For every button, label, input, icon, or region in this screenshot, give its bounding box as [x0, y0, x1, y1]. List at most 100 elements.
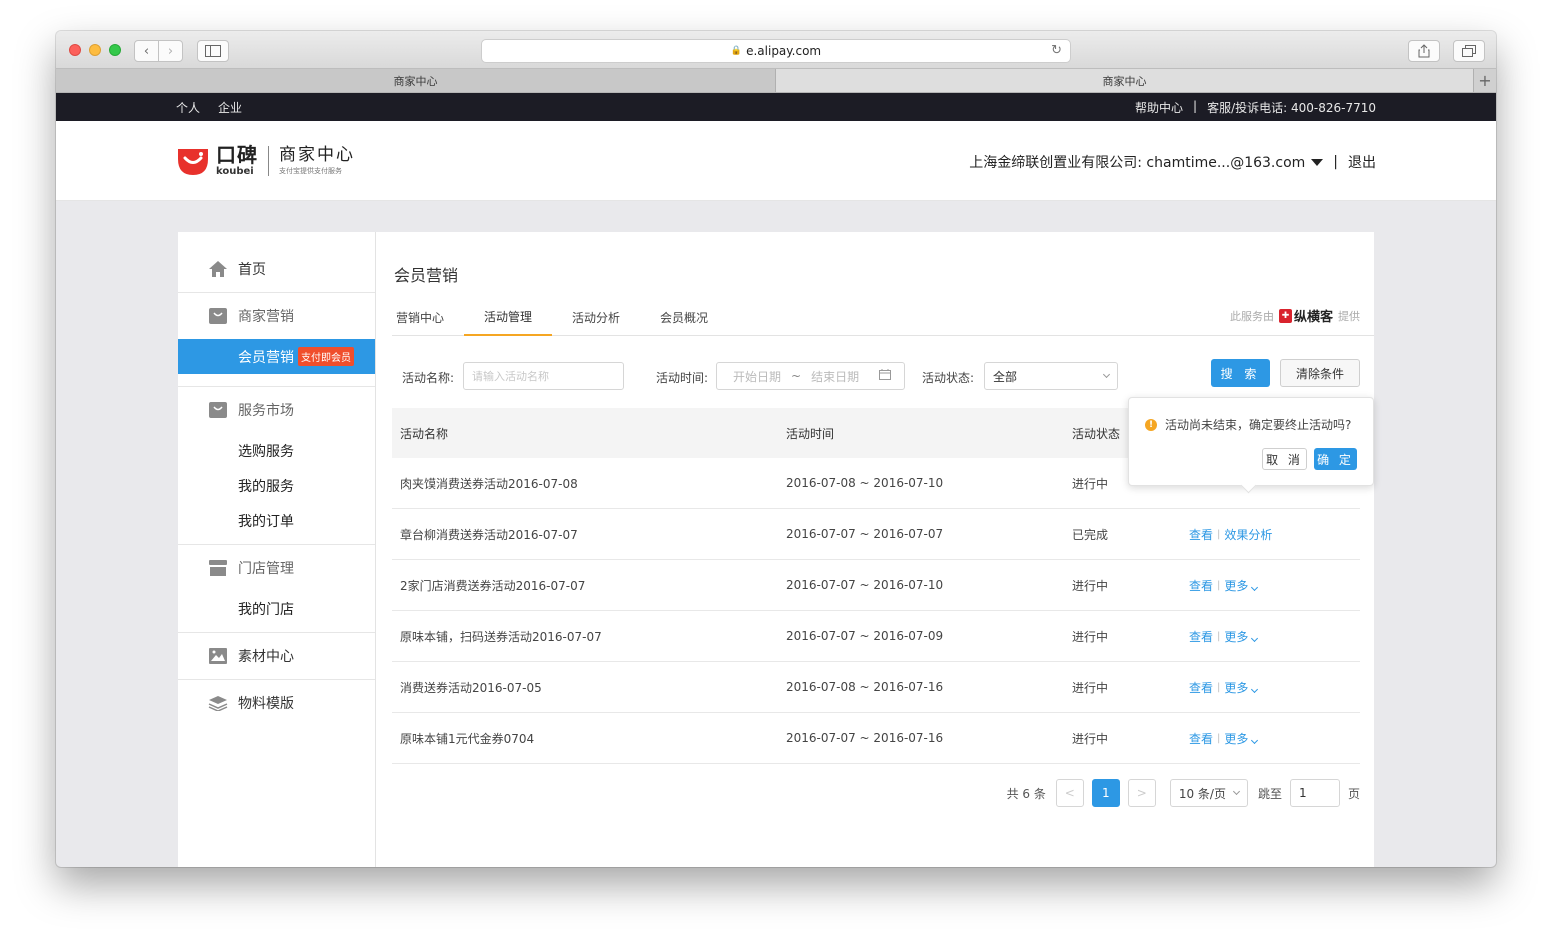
sidebar-item-label: 我的服务: [238, 478, 294, 495]
view-link[interactable]: 查看: [1189, 730, 1213, 747]
sidebar-item-store-mgmt[interactable]: 门店管理: [178, 545, 375, 591]
chevron-down-icon: [1232, 787, 1241, 795]
next-page-button[interactable]: >: [1127, 779, 1156, 807]
zonghengke-logo: ✚ 纵横客: [1278, 306, 1333, 325]
activity-time-label: 活动时间:: [656, 371, 709, 385]
pagination: 共 6 条 < 1 > 10 条/页 跳至 1 页: [1007, 779, 1360, 807]
activity-name: 2家门店消费送券活动2016-07-07: [400, 578, 586, 593]
start-date-placeholder[interactable]: 开始日期: [733, 368, 781, 385]
show-tabs-button[interactable]: [1453, 40, 1485, 62]
cancel-button[interactable]: 取 消: [1262, 448, 1307, 470]
tab-member-overview[interactable]: 会员概况: [660, 298, 708, 336]
sidebar-item-buy-service[interactable]: 选购服务: [178, 433, 375, 468]
powered-prefix: 此服务由: [1229, 309, 1274, 323]
action-divider: |: [1217, 579, 1221, 591]
sidebar-item-marketing[interactable]: 商家营销: [178, 293, 375, 339]
divider: |: [1333, 154, 1338, 170]
sidebar-item-my-service[interactable]: 我的服务: [178, 468, 375, 503]
back-button[interactable]: ‹: [134, 40, 159, 62]
new-tab-button[interactable]: +: [1473, 69, 1496, 92]
jump-page-input[interactable]: 1: [1289, 779, 1340, 807]
caret-down-icon[interactable]: [1311, 158, 1324, 166]
activity-time: 2016-07-07 ~ 2016-07-16: [786, 731, 944, 745]
site-header: 口碑 koubei 商家中心 支付宝提供支付服务 上海金缔联创置业有限公司: c…: [56, 121, 1496, 201]
logout-link[interactable]: 退出: [1348, 152, 1376, 172]
activity-status: 已完成: [1072, 527, 1109, 542]
date-range-picker[interactable]: 开始日期 ~ 结束日期: [716, 362, 905, 390]
more-label: 更多: [1224, 680, 1249, 695]
sidebar-item-home[interactable]: 首页: [178, 246, 375, 292]
activity-name: 消费送券活动2016-07-05: [400, 680, 542, 695]
address-bar[interactable]: 🔒 e.alipay.com ↻: [481, 39, 1071, 63]
browser-tab-1[interactable]: 商家中心: [56, 69, 776, 92]
sidebar-toggle-button[interactable]: [197, 40, 229, 62]
personal-link[interactable]: 个人: [176, 99, 200, 116]
enterprise-link[interactable]: 企业: [218, 99, 242, 116]
more-dropdown[interactable]: 更多: [1224, 679, 1259, 696]
sidebar-item-my-store[interactable]: 我的门店: [178, 591, 375, 626]
clear-filters-button[interactable]: 清除条件: [1280, 359, 1360, 387]
search-button[interactable]: 搜 索: [1211, 359, 1270, 387]
confirm-button[interactable]: 确 定: [1314, 448, 1357, 470]
lock-icon: 🔒: [730, 46, 743, 56]
sidebar-item-my-orders[interactable]: 我的订单: [178, 503, 375, 538]
tab-activity-analysis[interactable]: 活动分析: [572, 298, 620, 336]
sidebar-item-label: 服务市场: [238, 403, 294, 419]
tab-marketing-center[interactable]: 营销中心: [396, 298, 444, 336]
tab-activity-management[interactable]: 活动管理: [464, 298, 552, 336]
main-panel: 首页 商家营销 会员营销 支付即会员 服务市场 选购服务 我的服务 我的订单 门…: [178, 232, 1374, 867]
minimize-window-button[interactable]: [89, 44, 101, 56]
effect-analysis-link[interactable]: 效果分析: [1224, 526, 1272, 543]
view-link[interactable]: 查看: [1189, 577, 1213, 594]
more-dropdown[interactable]: 更多: [1224, 730, 1259, 747]
tabs-icon: [1462, 45, 1476, 57]
view-link[interactable]: 查看: [1189, 526, 1213, 543]
sidebar-item-label: 商家营销: [238, 309, 294, 325]
row-actions: 查看 | 效果分析: [1189, 509, 1272, 559]
pay-member-badge: 支付即会员: [298, 347, 354, 366]
tab-label: 活动分析: [572, 310, 621, 325]
help-center-link[interactable]: 帮助中心: [1135, 99, 1183, 116]
logo-en-text: koubei: [216, 166, 254, 177]
chevron-down-icon: [1251, 685, 1259, 693]
tab-strip: 商家中心 商家中心 +: [56, 69, 1496, 93]
sidebar-item-service-market[interactable]: 服务市场: [178, 387, 375, 433]
view-link[interactable]: 查看: [1189, 679, 1213, 696]
divider: |: [1193, 99, 1198, 113]
confirm-message: 活动尚未结束，确定要终止活动吗?: [1165, 418, 1352, 432]
page-1-button[interactable]: 1: [1091, 779, 1120, 807]
activity-name: 肉夹馍消费送券活动2016-07-08: [400, 476, 578, 491]
sidebar-item-material[interactable]: 素材中心: [178, 633, 375, 679]
zoom-window-button[interactable]: [109, 44, 121, 56]
koubei-logo[interactable]: 口碑 koubei 商家中心 支付宝提供支付服务: [176, 145, 355, 177]
forward-button[interactable]: ›: [158, 40, 183, 62]
browser-tab-2[interactable]: 商家中心: [776, 69, 1473, 92]
end-date-placeholder[interactable]: 结束日期: [811, 368, 859, 385]
tab-label: 营销中心: [396, 310, 445, 325]
sidebar-item-member-marketing[interactable]: 会员营销 支付即会员: [178, 339, 375, 374]
view-link[interactable]: 查看: [1189, 628, 1213, 645]
close-window-button[interactable]: [69, 44, 81, 56]
activity-time: 2016-07-07 ~ 2016-07-10: [786, 578, 944, 592]
reload-icon[interactable]: ↻: [1051, 43, 1062, 58]
sidebar-item-template[interactable]: 物料模版: [178, 680, 375, 726]
activity-status: 进行中: [1072, 629, 1109, 644]
more-dropdown[interactable]: 更多: [1224, 628, 1259, 645]
activity-name-input[interactable]: [463, 362, 624, 390]
share-button[interactable]: [1408, 40, 1440, 62]
tab-label: 会员概况: [660, 310, 709, 325]
table-row: 原味本铺1元代金券0704 2016-07-07 ~ 2016-07-16 进行…: [392, 713, 1360, 764]
activity-name-field[interactable]: [472, 369, 623, 383]
more-label: 更多: [1224, 578, 1249, 593]
prev-page-button[interactable]: <: [1055, 779, 1084, 807]
more-dropdown[interactable]: 更多: [1224, 577, 1259, 594]
plus-icon: +: [1478, 71, 1492, 90]
logo-cn-text: 口碑: [216, 143, 258, 167]
activity-status-select[interactable]: 全部: [984, 362, 1118, 390]
more-label: 更多: [1224, 731, 1249, 746]
page-size-select[interactable]: 10 条/页: [1169, 779, 1248, 807]
account-name[interactable]: 上海金缔联创置业有限公司: chamtime...@163.com: [969, 152, 1305, 172]
sidebar-group-service: 服务市场 选购服务 我的服务 我的订单: [178, 387, 375, 545]
product-subtitle: 支付宝提供支付服务: [279, 167, 342, 175]
table-row: 消费送券活动2016-07-05 2016-07-08 ~ 2016-07-16…: [392, 662, 1360, 713]
